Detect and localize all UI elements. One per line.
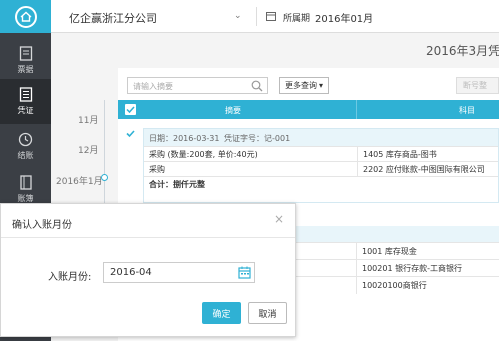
row-subject: 10020100商银行 (362, 281, 427, 290)
divider (256, 7, 257, 26)
close-icon[interactable]: × (274, 212, 284, 226)
divider (356, 260, 357, 277)
timeline-month[interactable]: 11月 (78, 113, 98, 126)
table-row: 采购 2202 应付账款-中图国际有限公司 (144, 161, 498, 177)
column-header-subject: 科目 (459, 106, 475, 115)
ledger-icon (19, 175, 32, 190)
row-subject: 100201 银行存款-工商银行 (362, 264, 462, 273)
divider (356, 277, 357, 294)
divider (356, 243, 357, 260)
caret-down-icon: ▾ (318, 81, 323, 90)
voucher-header (290, 226, 499, 242)
confirm-month-dialog: 确认入账月份 × 入账月份: 2016-04 确定 取消 (0, 203, 296, 337)
dialog-title: 确认入账月份 (12, 220, 72, 231)
divider (356, 100, 357, 119)
total-label: 合计：捌仟元整 (149, 180, 205, 189)
search-placeholder: 请输入摘要 (133, 82, 173, 91)
voucher-number: 凭证字号：记-001 (224, 134, 291, 143)
company-selector[interactable]: 亿企赢浙江分公司 (69, 10, 157, 26)
table-row: 采购 (数量:200套, 单价:40元) 1405 库存商品-图书 (144, 146, 498, 162)
timeline-line (104, 100, 105, 210)
sidebar-item-voucher[interactable]: 凭证 (0, 79, 51, 124)
divider (357, 147, 358, 162)
voucher-header: 日期：2016-03-31 凭证字号：记-001 (144, 129, 498, 146)
divider (357, 162, 358, 177)
check-icon (126, 106, 135, 114)
timeline-month[interactable]: 12月 (78, 143, 98, 156)
cancel-button[interactable]: 取消 (248, 302, 287, 324)
timeline-month-current[interactable]: 2016年1月 (56, 174, 103, 187)
sidebar-item-label: 结账 (17, 151, 34, 160)
clock-icon (18, 132, 33, 147)
period-label: 所属期 (283, 14, 311, 24)
timeline-dot (101, 174, 108, 181)
voucher-card[interactable]: 日期：2016-03-31 凭证字号：记-001 采购 (数量:200套, 单价… (143, 128, 499, 203)
renumber-button[interactable]: 断号整 (456, 77, 499, 94)
confirm-button[interactable]: 确定 (202, 302, 241, 324)
calendar-icon (266, 12, 276, 21)
select-all-checkbox[interactable] (125, 104, 136, 115)
row-summary: 采购 (149, 165, 165, 174)
total-row: 合计：捌仟元整 (144, 176, 498, 191)
sidebar-item-receipts[interactable]: 票据 (0, 38, 51, 83)
voucher-date: 日期：2016-03-31 (149, 134, 220, 143)
divider (1, 237, 295, 238)
row-subject: 1001 库存现金 (362, 247, 417, 256)
table-row: 100201 银行存款-工商银行 (290, 259, 499, 277)
row-subject: 2202 应付账款-中图国际有限公司 (363, 165, 485, 174)
sidebar-item-label: 票据 (17, 65, 34, 74)
home-icon (14, 5, 37, 28)
calendar-icon[interactable] (238, 266, 251, 279)
chevron-down-icon[interactable]: ⌄ (364, 11, 371, 20)
table-header: 摘要 科目 (118, 100, 499, 119)
table-row: 1001 库存现金 (290, 242, 499, 260)
chevron-down-icon[interactable]: ⌄ (234, 11, 242, 21)
month-field-label: 入账月份: (48, 272, 92, 283)
voucher-checkbox[interactable] (125, 128, 136, 139)
voucher-icon (19, 87, 32, 102)
column-header-summary: 摘要 (225, 106, 241, 115)
month-field-value: 2016-04 (110, 267, 152, 278)
row-subject: 1405 库存商品-图书 (363, 150, 437, 159)
month-date-field[interactable]: 2016-04 (103, 262, 255, 283)
more-query-button[interactable]: 更多查询 ▾ (279, 77, 329, 94)
top-bar: 亿企赢浙江分公司 ⌄ 所属期 2016年01月 ⌄ (51, 0, 499, 33)
sidebar-item-label: 凭证 (17, 106, 34, 115)
search-input[interactable]: 请输入摘要 (127, 77, 268, 94)
more-query-label: 更多查询 (284, 81, 317, 90)
receipt-icon (19, 46, 32, 61)
page-title: 2016年3月凭证 (426, 44, 499, 58)
home-button[interactable] (0, 0, 51, 33)
search-icon[interactable] (251, 80, 263, 92)
row-summary: 采购 (数量:200套, 单价:40元) (149, 150, 258, 159)
sidebar-item-closing[interactable]: 结账 (0, 124, 51, 169)
table-row: 10020100商银行 (290, 276, 499, 294)
